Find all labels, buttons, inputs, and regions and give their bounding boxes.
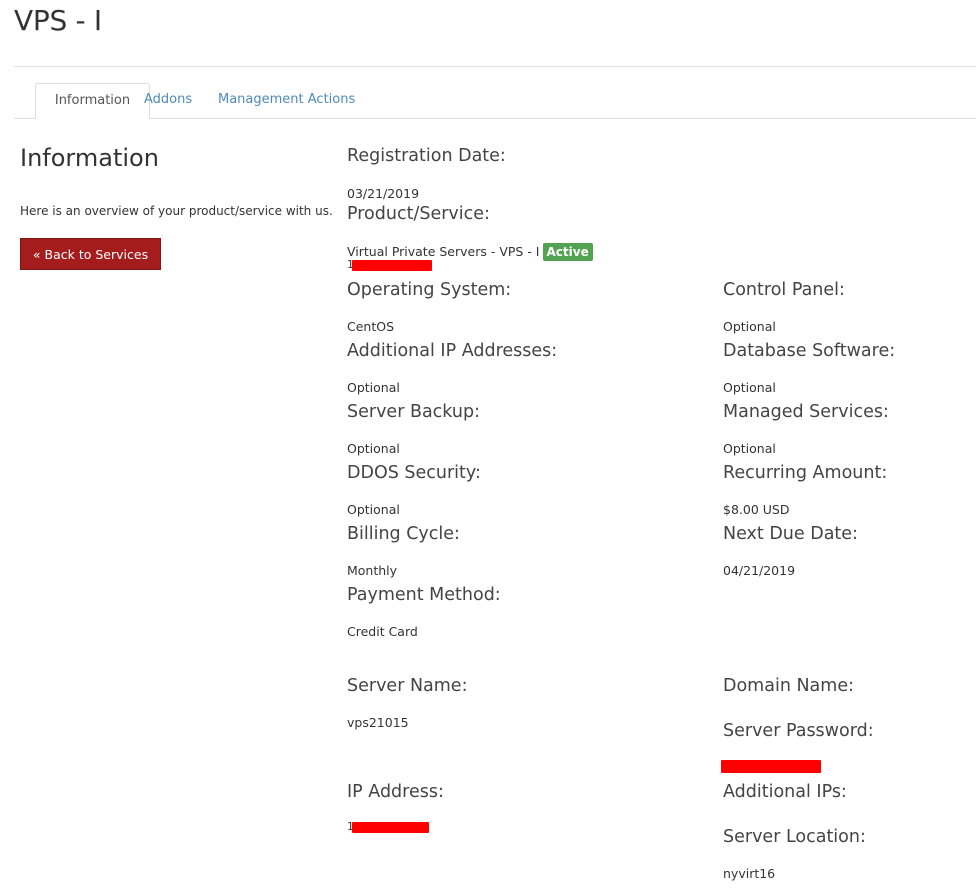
operating-system-label: Operating System: — [347, 280, 512, 300]
additional-ip-addresses-value: Optional — [347, 380, 400, 395]
back-to-services-button[interactable]: « Back to Services List — [20, 238, 161, 294]
billing-cycle-value: Monthly — [347, 563, 398, 578]
domain-name-label: Domain Name: — [723, 676, 854, 696]
product-service-value: Virtual Private Servers - VPS - I — [347, 244, 540, 259]
additional-ips-label: Additional IPs: — [723, 782, 847, 802]
operating-system-value: CentOS — [347, 319, 395, 334]
page-title: VPS - I — [14, 4, 102, 37]
ip-address-label: IP Address: — [347, 782, 444, 802]
section-description: Here is an overview of your product/serv… — [20, 204, 333, 218]
tab-bar: Information Addons Management Actions — [14, 83, 976, 119]
section-heading: Information — [20, 144, 159, 172]
registration-date-label: Registration Date: — [347, 146, 506, 166]
redaction-bar — [352, 822, 429, 833]
redaction-bar — [721, 760, 821, 773]
database-software-label: Database Software: — [723, 341, 896, 361]
title-divider — [14, 66, 976, 67]
payment-method-label: Payment Method: — [347, 585, 501, 605]
tab-management-actions[interactable]: Management Actions — [206, 83, 367, 118]
additional-ip-addresses-label: Additional IP Addresses: — [347, 341, 558, 361]
server-location-value: nyvirt16 — [723, 866, 776, 881]
recurring-amount-value: $8.00 USD — [723, 502, 790, 517]
server-location-label: Server Location: — [723, 827, 866, 847]
ddos-security-value: Optional — [347, 502, 400, 517]
billing-cycle-label: Billing Cycle: — [347, 524, 460, 544]
redaction-bar — [352, 260, 432, 271]
status-badge: Active — [542, 243, 593, 261]
next-due-date-label: Next Due Date: — [723, 524, 858, 544]
tab-addons[interactable]: Addons — [132, 83, 204, 118]
server-backup-label: Server Backup: — [347, 402, 480, 422]
server-name-label: Server Name: — [347, 676, 468, 696]
control-panel-value: Optional — [723, 319, 776, 334]
registration-date-value: 03/21/2019 — [347, 186, 420, 201]
database-software-value: Optional — [723, 380, 776, 395]
managed-services-label: Managed Services: — [723, 402, 889, 422]
ddos-security-label: DDOS Security: — [347, 463, 481, 483]
product-service-label: Product/Service: — [347, 204, 490, 224]
managed-services-value: Optional — [723, 441, 776, 456]
recurring-amount-label: Recurring Amount: — [723, 463, 888, 483]
server-name-value: vps21015 — [347, 715, 409, 730]
product-service-row: Virtual Private Servers - VPS - I Active — [347, 243, 593, 261]
next-due-date-value: 04/21/2019 — [723, 563, 796, 578]
control-panel-label: Control Panel: — [723, 280, 845, 300]
server-password-label: Server Password: — [723, 721, 874, 741]
server-backup-value: Optional — [347, 441, 400, 456]
payment-method-value: Credit Card — [347, 624, 418, 639]
